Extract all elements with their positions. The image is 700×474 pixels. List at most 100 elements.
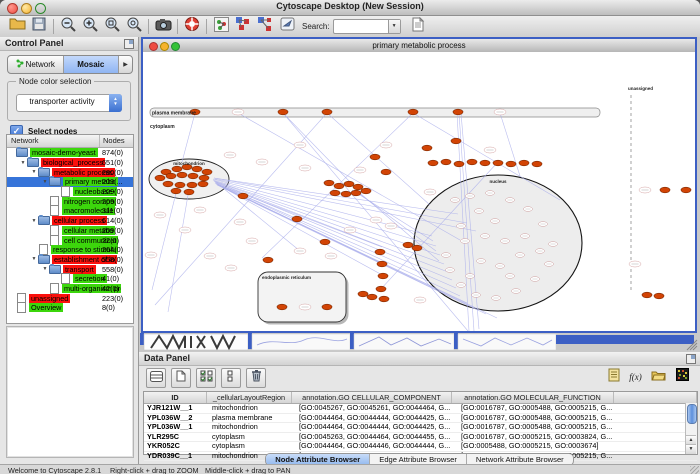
zoom-selected-region-button[interactable] xyxy=(101,17,123,36)
zoom-fit-button[interactable] xyxy=(123,17,145,36)
tree-row[interactable]: ▼metabolic process280(0) xyxy=(7,167,133,177)
tabs-overflow-arrow-icon[interactable]: ▶ xyxy=(119,56,132,73)
tree-row-count: 264(0) xyxy=(102,245,123,254)
gene-nodes[interactable] xyxy=(155,109,691,310)
tree-row[interactable]: ▼cellular process614(0) xyxy=(7,216,133,226)
select-attributes-button[interactable] xyxy=(196,368,216,388)
search-dropdown-arrow-icon[interactable]: ▼ xyxy=(388,20,400,33)
tree-row[interactable]: cell communicat22(0) xyxy=(7,235,133,245)
table-cell: [GO:0044464, GO:0044444, GO:0044425, G..… xyxy=(296,414,458,423)
node-color-dropdown[interactable]: transporter activity ▲▼ xyxy=(16,94,122,112)
table-cell: [GO:0016787, GO:0005488, GO:0005215, G..… xyxy=(458,423,622,432)
tree-row[interactable]: ▼establishment of lo558(0) xyxy=(7,255,133,265)
notes-button[interactable] xyxy=(605,369,622,385)
expander-icon[interactable]: ▼ xyxy=(41,266,49,272)
background-windows xyxy=(139,333,700,352)
folder-icon xyxy=(49,177,61,186)
scrollbar-thumb[interactable] xyxy=(687,404,697,424)
vizmapper-button[interactable] xyxy=(276,17,298,36)
network-overview-panel[interactable] xyxy=(6,326,134,458)
tab-network[interactable]: Network xyxy=(8,56,64,73)
network-window-titlebar[interactable]: primary metabolic process xyxy=(143,39,695,53)
attribute-table: ID _cellularLayoutRegion annotation.GO C… xyxy=(143,391,698,455)
float-panel-icon[interactable] xyxy=(124,39,134,49)
snapshot-button[interactable] xyxy=(152,17,174,36)
enhanced-search-button[interactable] xyxy=(407,17,429,36)
table-scrollbar[interactable]: ▲ ▼ xyxy=(685,403,697,454)
tree-row-count: 614(0) xyxy=(102,216,123,225)
zoom-in-icon xyxy=(82,16,99,38)
attribute-table-button[interactable] xyxy=(146,368,166,388)
expander-icon[interactable]: ▼ xyxy=(19,160,27,166)
network-canvas[interactable]: plasma membranecytoplasmmitochondrionnuc… xyxy=(143,52,695,331)
tree-row[interactable]: nitrogen compo209(0) xyxy=(7,196,133,206)
table-cell: plasma membrane xyxy=(209,414,296,423)
tree-row[interactable]: ▼biological_process651(0) xyxy=(7,158,133,168)
table-cell: mitochondrion xyxy=(209,423,296,432)
tree-row[interactable]: mosaic-demo-yeast874(0) xyxy=(7,148,133,158)
tree-row[interactable]: ▼primary metabo209(... xyxy=(7,177,133,187)
resize-grip[interactable] xyxy=(690,466,699,474)
table-row[interactable]: YKR052Ccytoplasm[GO:0044464, GO:0044446,… xyxy=(144,442,697,452)
main-toolbar: Search: ▼ xyxy=(0,16,700,38)
control-panel: Control Panel Network Mosaic ▶ Node colo… xyxy=(0,37,139,464)
tab-mosaic[interactable]: Mosaic xyxy=(64,56,120,73)
tree-row[interactable]: nucleobase-209(0) xyxy=(7,187,133,197)
floppy-icon xyxy=(32,17,46,36)
network-desktop: primary metabolic process plasma membran… xyxy=(139,37,700,352)
table-row[interactable]: YJR121W__1mitochondrion[GO:0045267, GO:0… xyxy=(144,404,697,414)
annotation-button[interactable] xyxy=(210,17,232,36)
network-tree-icon xyxy=(16,59,24,70)
table-cell: [GO:0044464, GO:0044446, GO:0044444, G..… xyxy=(296,442,458,451)
tree-row[interactable]: secretion41(0) xyxy=(7,274,133,284)
tree-row-count: 280(0) xyxy=(102,168,123,177)
status-zoom-hint: Right-click + drag to ZOOM xyxy=(110,466,199,474)
matrix-view-button[interactable] xyxy=(674,369,691,385)
zoom-out-button[interactable] xyxy=(57,17,79,36)
float-data-panel-icon[interactable] xyxy=(686,354,696,364)
expander-icon[interactable]: ▼ xyxy=(30,218,38,224)
table-cell: YKR052C xyxy=(144,442,209,451)
expander-icon[interactable]: ▼ xyxy=(41,179,49,185)
control-panel-header: Control Panel xyxy=(0,37,138,51)
help-button[interactable] xyxy=(181,17,203,36)
table-row[interactable]: YPL036W__2plasma membrane[GO:0044464, GO… xyxy=(144,414,697,424)
expand-network-button[interactable] xyxy=(254,17,276,36)
tree-row-label: Overview xyxy=(29,303,63,312)
table-row[interactable]: YLR295Ccytoplasm[GO:0045263, GO:0044464,… xyxy=(144,433,697,443)
function-builder-button[interactable]: f(x) xyxy=(627,369,644,385)
open-session-button[interactable] xyxy=(6,17,28,36)
unselect-attributes-button[interactable] xyxy=(221,368,241,388)
network-tree-header[interactable]: Network Nodes xyxy=(7,135,133,148)
file-icon xyxy=(50,235,59,246)
network-graph[interactable]: plasma membranecytoplasmmitochondrionnuc… xyxy=(143,52,695,331)
table-row[interactable]: YPL036W__1mitochondrion[GO:0044464, GO:0… xyxy=(144,423,697,433)
new-document-icon xyxy=(176,369,186,387)
folder-icon xyxy=(16,148,28,157)
first-neighbors-button[interactable] xyxy=(232,17,254,36)
tree-row[interactable]: ▼transport558(0) xyxy=(7,264,133,274)
dropdown-stepper-icon[interactable]: ▲▼ xyxy=(109,94,122,112)
tree-row[interactable]: macromolecule311(0) xyxy=(7,206,133,216)
unassigned-label: unassigned xyxy=(628,86,653,91)
tree-row[interactable]: Overview8(0) xyxy=(7,303,133,313)
folder-icon xyxy=(38,216,50,225)
expander-icon[interactable]: ▼ xyxy=(30,169,38,175)
expander-icon[interactable]: ▼ xyxy=(30,256,38,262)
save-session-button[interactable] xyxy=(28,17,50,36)
delete-attribute-button[interactable] xyxy=(246,368,266,388)
tree-row-count: 209(0) xyxy=(102,197,123,206)
new-attribute-button[interactable] xyxy=(171,368,191,388)
tab-network-label: Network xyxy=(26,60,55,69)
tree-row[interactable]: cellular metabo209(0) xyxy=(7,226,133,236)
label-nodes[interactable] xyxy=(145,109,651,310)
zoom-in-button[interactable] xyxy=(79,17,101,36)
background-windows-strip xyxy=(139,333,700,352)
search-input-wrap[interactable]: ▼ xyxy=(333,19,401,34)
tree-row[interactable]: response to stimulu264(0) xyxy=(7,245,133,255)
search-input[interactable] xyxy=(335,20,389,33)
table-cell: [GO:0045263, GO:0044464, GO:0044455, G..… xyxy=(296,433,458,442)
attribute-table-header[interactable]: ID _cellularLayoutRegion annotation.GO C… xyxy=(144,392,697,404)
import-attributes-button[interactable] xyxy=(650,369,667,385)
tree-row-count: 41(0) xyxy=(102,274,119,283)
